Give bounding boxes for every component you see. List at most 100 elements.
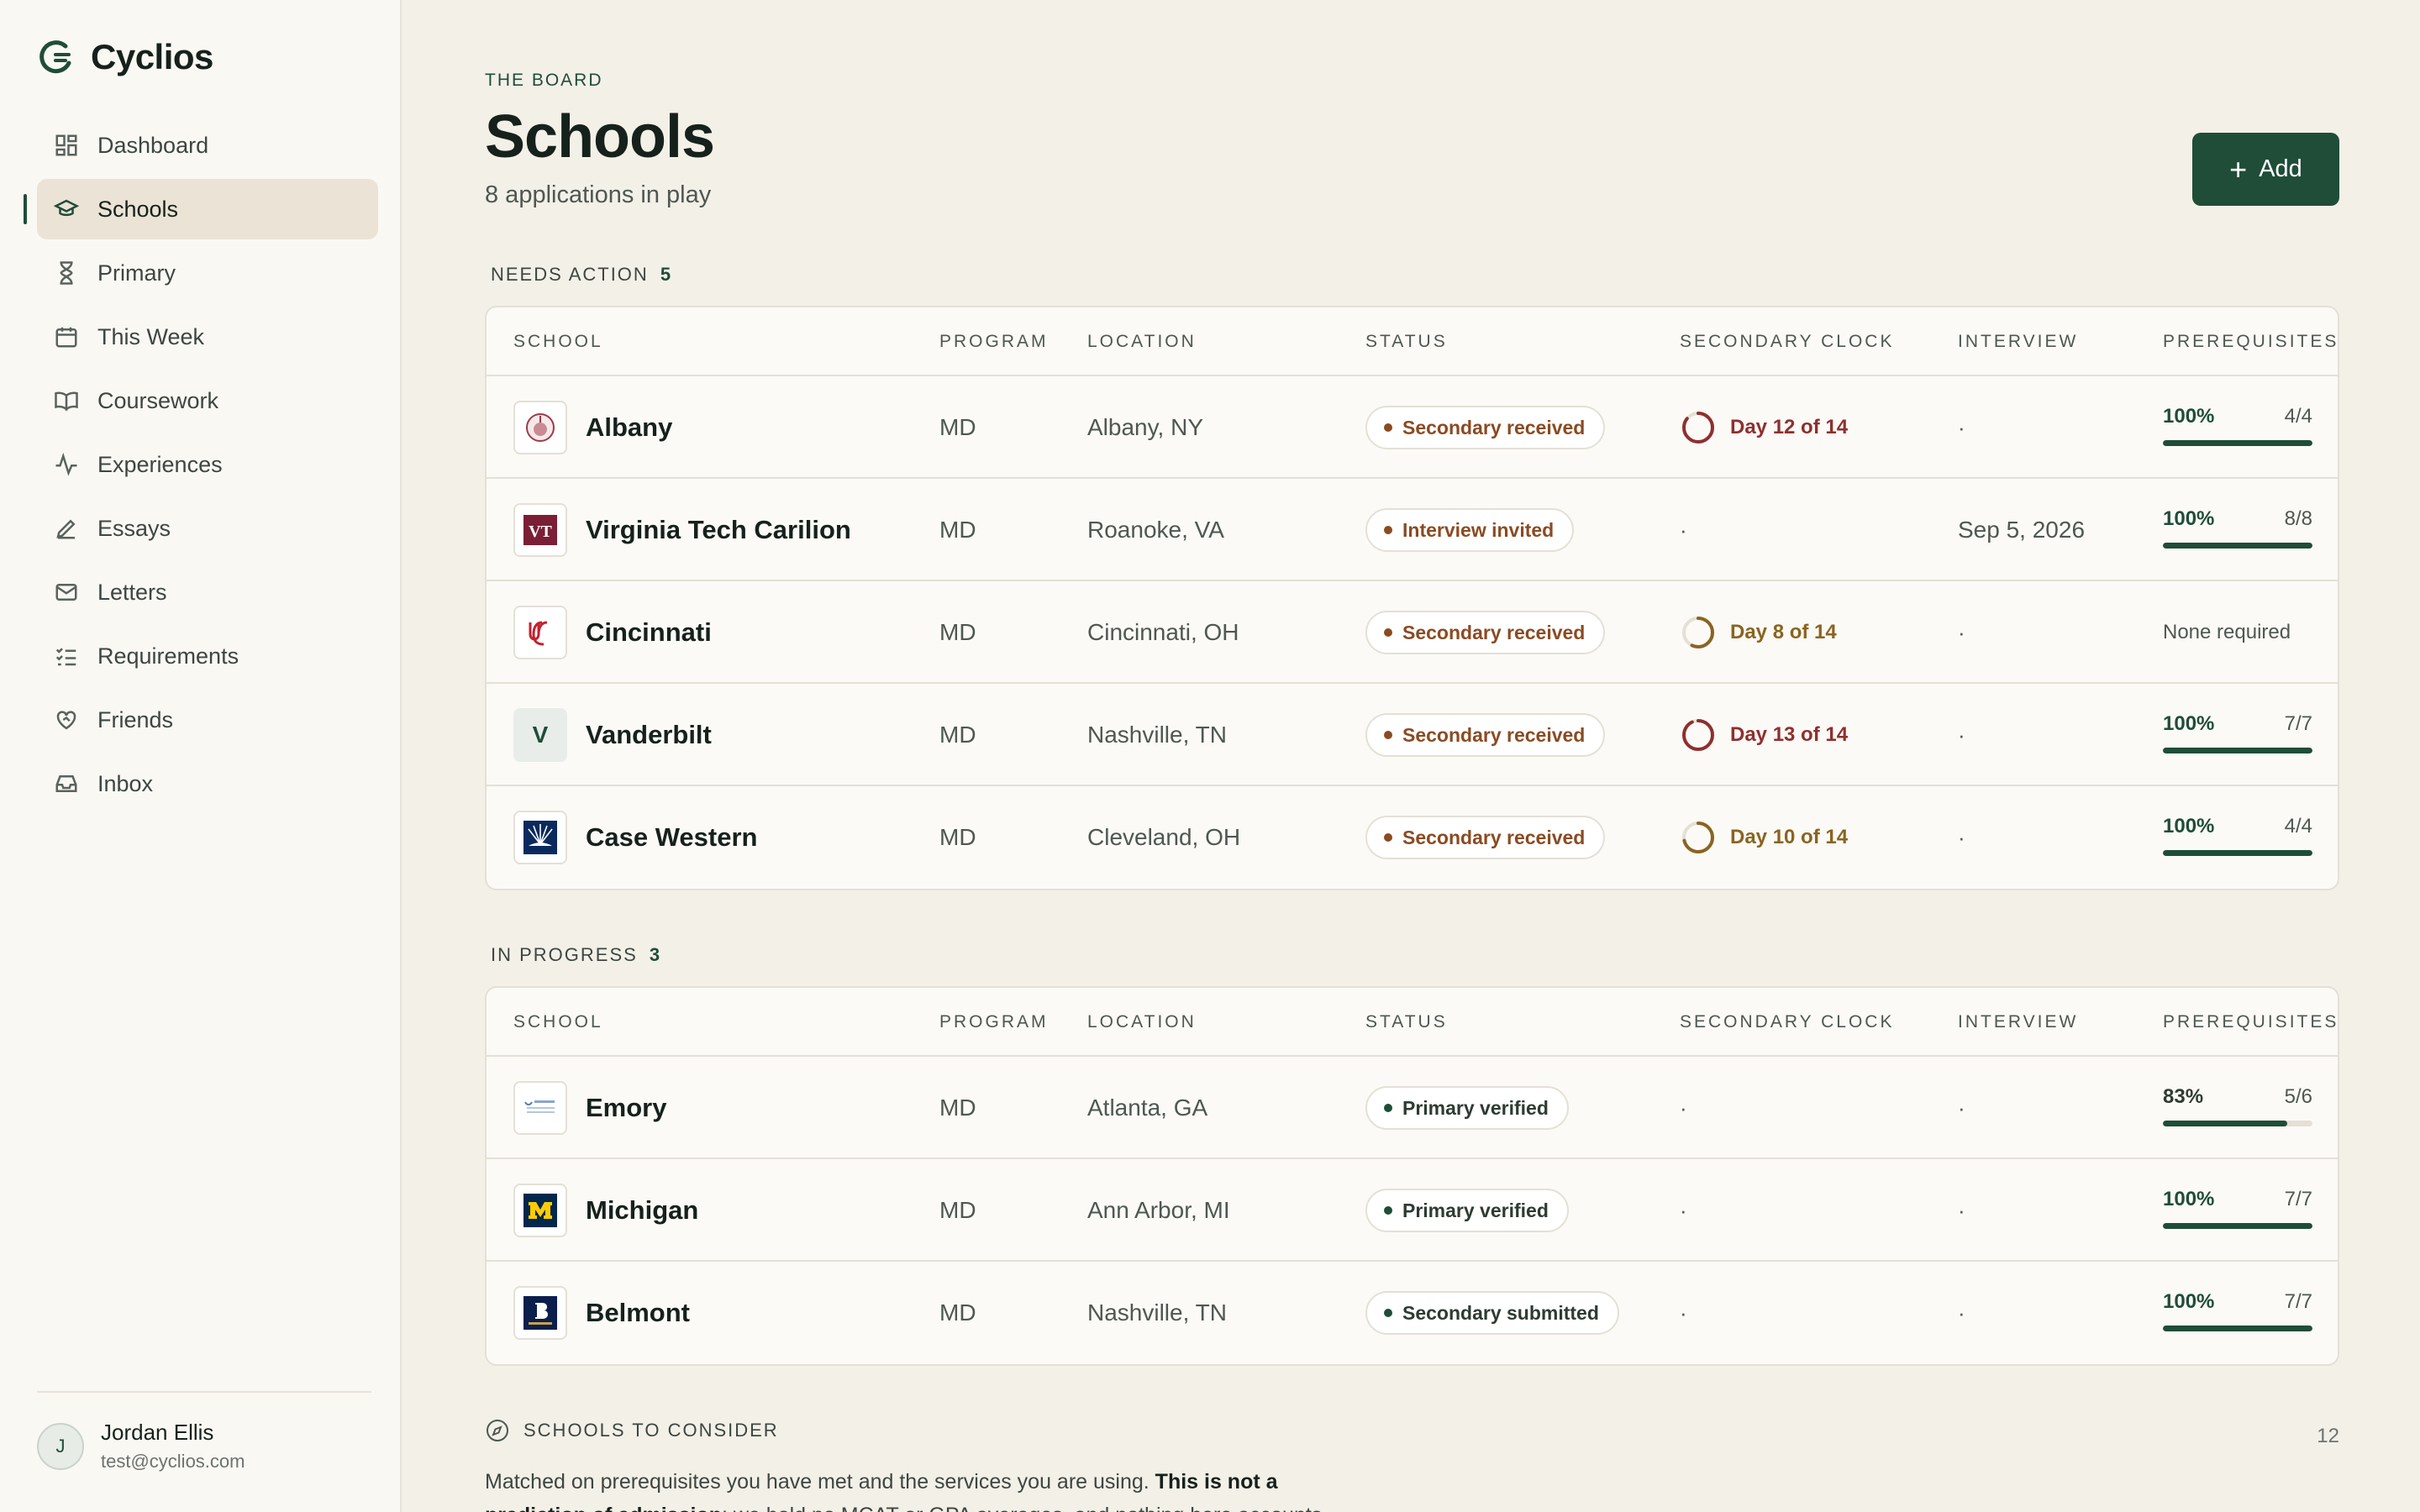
status-label: Secondary received [1402,826,1586,848]
section-label-needs-action: NEEDS ACTION 5 [491,264,672,286]
brand[interactable]: Cyclios [37,37,213,77]
column-header-status[interactable]: STATUS [1365,307,1448,376]
column-header-status[interactable]: STATUS [1365,988,1448,1057]
add-button[interactable]: + Add [2192,133,2339,206]
status-dot-icon [1384,628,1392,637]
school-name[interactable]: Belmont [586,1298,690,1328]
sidebar-item-schools[interactable]: Schools [24,179,378,239]
column-header-location[interactable]: LOCATION [1087,988,1197,1057]
column-header-prerequisites[interactable]: PREREQUISITES [2163,988,2338,1057]
column-header-prerequisites[interactable]: PREREQUISITES [2163,307,2338,376]
school-name[interactable]: Michigan [586,1195,698,1226]
sidebar-nav: Dashboard Schools Primary This Week Cour… [24,115,378,817]
prereq-bar-fill [2163,849,2312,856]
interview-value: · [1958,1197,1965,1223]
belmont-logo-icon [513,1286,567,1340]
sidebar-item-label: Letters [97,579,167,605]
school-name[interactable]: Case Western [586,822,757,853]
emory-logo-icon [513,1081,567,1135]
interview-value: · [1958,1095,1965,1121]
prereq-bar-fill [2163,1325,2312,1331]
clock-ring-progress [1682,719,1714,751]
sidebar-item-essays[interactable]: Essays [37,498,378,559]
table-row[interactable]: Michigan MD Ann Arbor, MI Primary verifi… [487,1159,2338,1262]
sidebar-item-this-week[interactable]: This Week [37,307,378,367]
interview-value: · [1958,722,1965,748]
school-name[interactable]: Emory [586,1093,666,1123]
secondary-clock: Day 13 of 14 [1680,717,1848,753]
sidebar-item-dashboard[interactable]: Dashboard [37,115,378,176]
table-row[interactable]: V Vanderbilt MD Nashville, TN Secondary r… [487,684,2338,786]
section-title: IN PROGRESS [491,944,638,965]
prereq-bar [2163,747,2312,753]
status-dot-icon [1384,526,1392,534]
table-row[interactable]: Case Western MD Cleveland, OH Secondary … [487,786,2338,889]
school-name[interactable]: Albany [586,412,672,443]
program: MD [939,722,976,748]
status-badge: Secondary received [1365,816,1606,859]
status-badge: Secondary received [1365,406,1606,449]
virginia-tech-logo-icon: VT [513,503,567,557]
section-count: 5 [660,264,673,285]
sidebar-item-inbox[interactable]: Inbox [37,753,378,814]
consider-text-plain: Matched on prerequisites you have met an… [485,1470,1155,1494]
secondary-clock: Day 10 of 14 [1680,819,1848,856]
sidebar-item-letters[interactable]: Letters [37,562,378,622]
prereq-percent: 100% [2163,711,2215,735]
prereq-bar [2163,1325,2312,1331]
prereq-progress: 100% 4/4 [2163,405,2312,446]
compass-icon [487,1420,508,1441]
table-row[interactable]: Belmont MD Nashville, TN Secondary submi… [487,1262,2338,1364]
column-header-location[interactable]: LOCATION [1087,307,1197,376]
column-header-school[interactable]: SCHOOL [513,307,603,376]
book-icon [52,386,81,415]
column-header-secondary-clock[interactable]: SECONDARY CLOCK [1680,307,1894,376]
table-row[interactable]: Cincinnati MD Cincinnati, OH Secondary r… [487,581,2338,684]
prereq-bar-fill [2163,1222,2312,1229]
interview-value: · [1958,1299,1965,1326]
program: MD [939,824,976,850]
albany-logo-icon [513,401,567,454]
column-header-interview[interactable]: INTERVIEW [1958,307,2078,376]
table-row[interactable]: Albany MD Albany, NY Secondary received … [487,376,2338,479]
program: MD [939,1299,976,1326]
sidebar-item-coursework[interactable]: Coursework [37,370,378,431]
column-header-program[interactable]: PROGRAM [939,988,1049,1057]
prereq-bar-fill [2163,439,2312,446]
cyclios-logo-icon [39,40,71,74]
clock-label: Day 10 of 14 [1730,826,1849,848]
location: Ann Arbor, MI [1087,1197,1230,1223]
school-name[interactable]: Cincinnati [586,617,712,648]
status-badge: Primary verified [1365,1189,1569,1232]
sidebar-item-experiences[interactable]: Experiences [37,434,378,495]
prereq-fraction: 5/6 [2284,1084,2312,1108]
graduation-cap-icon [52,195,81,223]
table-row[interactable]: VT Virginia Tech Carilion MD Roanoke, VA … [487,479,2338,581]
sidebar-item-primary[interactable]: Primary [37,243,378,303]
section-label-in-progress: IN PROGRESS 3 [491,944,661,966]
sidebar-item-requirements[interactable]: Requirements [37,626,378,686]
status-dot-icon [1384,1206,1392,1215]
school-name[interactable]: Vanderbilt [586,720,712,750]
sidebar-divider [37,1391,371,1393]
interview-value: · [1958,824,1965,850]
school-name[interactable]: Virginia Tech Carilion [586,515,851,545]
status-badge: Secondary received [1365,713,1606,757]
clock-label: · [1680,1299,1687,1326]
consider-text-tail: ; we hold no MCAT or GPA averages, and n… [722,1504,1322,1512]
program: MD [939,517,976,543]
table-row[interactable]: Emory MD Atlanta, GA Primary verified · … [487,1057,2338,1159]
pen-icon [52,514,81,543]
status-dot-icon [1384,731,1392,739]
column-header-secondary-clock[interactable]: SECONDARY CLOCK [1680,988,1894,1057]
sidebar-item-friends[interactable]: Friends [37,690,378,750]
svg-text:VT: VT [529,522,552,541]
column-header-program[interactable]: PROGRAM [939,307,1049,376]
prereq-percent: 100% [2163,1289,2215,1313]
location: Nashville, TN [1087,722,1227,748]
user-profile[interactable]: J Jordan Ellis test@cyclios.com [37,1420,245,1473]
column-header-interview[interactable]: INTERVIEW [1958,988,2078,1057]
status-dot-icon [1384,1309,1392,1317]
section-label-schools-to-consider[interactable]: SCHOOLS TO CONSIDER [485,1418,779,1443]
column-header-school[interactable]: SCHOOL [513,988,603,1057]
